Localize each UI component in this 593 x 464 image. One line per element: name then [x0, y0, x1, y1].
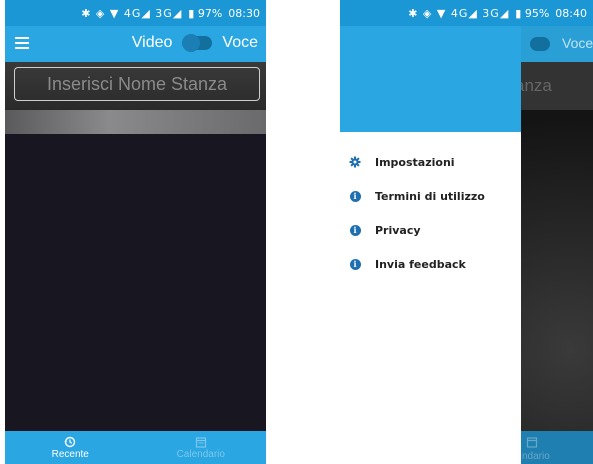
bottom-navigation: Recente Calendario: [5, 431, 266, 464]
background-nav-label: ndario: [522, 451, 550, 462]
nav-calendario[interactable]: Calendario: [136, 431, 267, 464]
video-voice-switch-group: Video Voce: [132, 34, 258, 52]
drawer-item-termini[interactable]: i Termini di utilizzo: [340, 179, 521, 213]
history-icon: [64, 436, 76, 447]
toggle-knob: [182, 34, 201, 52]
gear-icon: [349, 156, 361, 168]
main-screen: ✱ ◈ ▼ 4G◢ 3G◢ ▮ 97% 08:30 Video Voce Rec…: [5, 0, 266, 464]
battery-indicator-2: ▮ 95%: [515, 6, 550, 20]
drawer-item-privacy[interactable]: i Privacy: [340, 213, 521, 247]
app-bar: Video Voce: [5, 26, 266, 62]
recent-list-area: [5, 134, 266, 431]
room-name-input[interactable]: [14, 67, 260, 101]
drawer-header: [340, 26, 521, 132]
status-time: 08:30: [228, 6, 260, 20]
navigation-drawer: Impostazioni i Termini di utilizzo i Pri…: [340, 26, 521, 464]
video-voice-toggle[interactable]: [182, 34, 213, 52]
info-icon: i: [349, 190, 361, 202]
status-icons-2: ✱ ◈ ▼ 4G◢ 3G◢: [408, 6, 510, 20]
drawer-item-label: Invia feedback: [375, 257, 466, 271]
nav-recente-label: Recente: [51, 448, 89, 460]
info-icon: i: [349, 224, 361, 236]
menu-icon[interactable]: [15, 37, 29, 51]
background-voce-label: Voce: [562, 35, 593, 51]
status-bar-2: ✱ ◈ ▼ 4G◢ 3G◢ ▮ 95% 08:40: [340, 0, 593, 26]
voce-label: Voce: [222, 34, 258, 51]
drawer-screen: ✱ ◈ ▼ 4G◢ 3G◢ ▮ 95% 08:40 Voce anza ndar…: [340, 0, 593, 464]
drawer-item-feedback[interactable]: i Invia feedback: [340, 247, 521, 281]
video-label: Video: [131, 34, 173, 51]
nav-recente[interactable]: Recente: [5, 431, 136, 464]
status-icons: ✱ ◈ ▼ 4G◢ 3G◢: [81, 6, 183, 20]
drawer-item-label: Termini di utilizzo: [375, 189, 485, 203]
background-calendar-icon: [526, 437, 538, 448]
divider-band: [5, 110, 266, 134]
info-icon: i: [349, 258, 361, 270]
drawer-item-label: Impostazioni: [375, 155, 455, 169]
nav-calendario-label: Calendario: [176, 448, 225, 460]
drawer-menu: Impostazioni i Termini di utilizzo i Pri…: [340, 132, 521, 281]
status-bar: ✱ ◈ ▼ 4G◢ 3G◢ ▮ 97% 08:30: [5, 0, 266, 26]
room-name-bar: [5, 62, 266, 110]
drawer-item-impostazioni[interactable]: Impostazioni: [340, 145, 521, 179]
battery-indicator: ▮ 97%: [188, 6, 223, 20]
calendar-icon: [195, 436, 206, 448]
status-time-2: 08:40: [555, 6, 587, 20]
background-toggle: [530, 37, 550, 51]
drawer-item-label: Privacy: [375, 223, 421, 237]
